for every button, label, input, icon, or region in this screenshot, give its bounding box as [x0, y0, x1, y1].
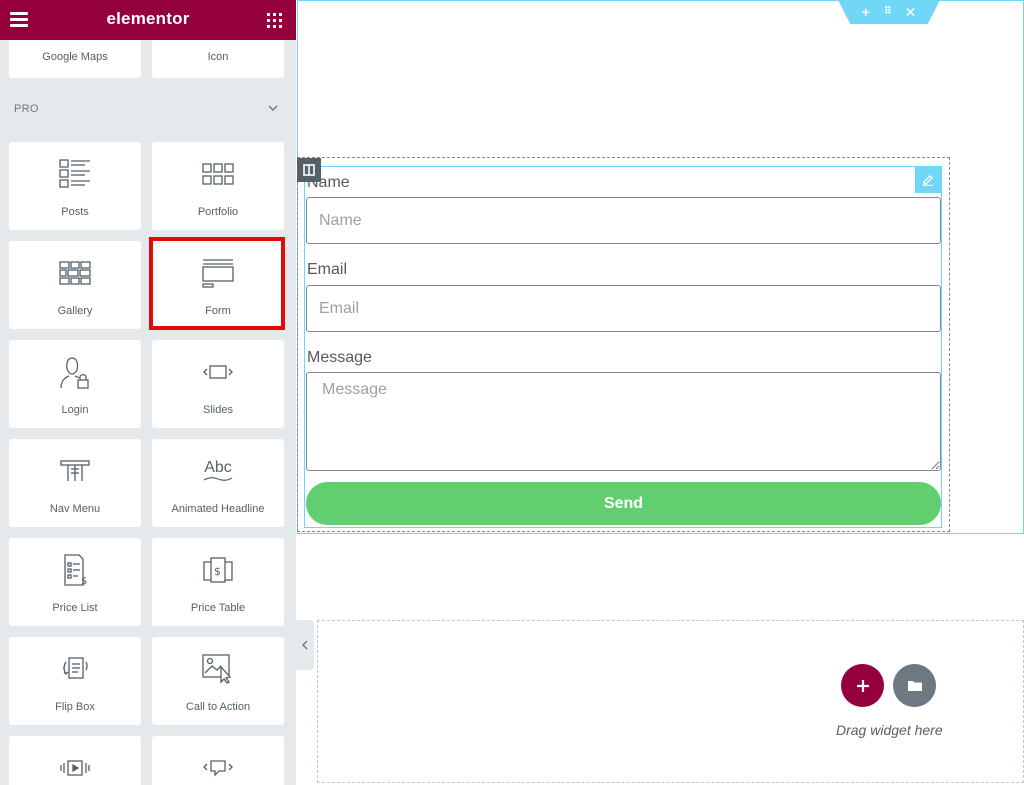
add-template-button[interactable]: [893, 664, 936, 707]
widget-label: Google Maps: [42, 51, 108, 63]
price-table-icon: $: [152, 552, 284, 588]
message-label: Message: [307, 349, 372, 366]
widgets-grid-icon[interactable]: [267, 13, 282, 28]
plus-icon: [856, 679, 869, 692]
animated-headline-icon: Abc: [152, 453, 284, 489]
add-new-section-button[interactable]: [841, 664, 884, 707]
panel-header: elementor: [0, 0, 296, 40]
drop-hint: Drag widget here: [836, 722, 943, 738]
widget-label: Animated Headline: [171, 503, 265, 515]
svg-text:$: $: [81, 576, 87, 586]
widget-label: Login: [61, 404, 89, 416]
email-field[interactable]: [306, 285, 941, 332]
widget-label: Icon: [207, 51, 229, 63]
widgets-panel: Google Maps Icon PRO Posts Portfolio Gal…: [0, 0, 296, 785]
svg-text:$: $: [214, 565, 221, 578]
widget-label: Price Table: [190, 602, 246, 614]
login-icon: [9, 354, 141, 390]
chevron-down-icon[interactable]: [266, 101, 280, 115]
gallery-icon: [9, 255, 141, 291]
widget-form[interactable]: Form: [152, 241, 284, 329]
add-section-icon[interactable]: +: [862, 5, 870, 19]
widget-gallery[interactable]: Gallery: [9, 241, 141, 329]
widget-label: Gallery: [57, 305, 93, 317]
flip-box-icon: [9, 651, 141, 687]
abc-glyph: Abc: [204, 459, 232, 476]
call-to-action-icon: [152, 651, 284, 687]
email-label: Email: [307, 261, 348, 278]
message-field[interactable]: [306, 372, 941, 471]
chevron-left-icon: [302, 640, 308, 650]
media-carousel-icon: [9, 750, 141, 785]
slides-icon: [152, 354, 284, 390]
pencil-icon: [923, 175, 933, 186]
folder-icon: [907, 681, 922, 691]
widget-label: Flip Box: [55, 701, 95, 713]
testimonial-carousel-icon: [152, 750, 284, 785]
widget-label: Posts: [61, 206, 89, 218]
section-handle[interactable]: + ⠿ ✕: [838, 0, 940, 24]
widget-label: Portfolio: [197, 206, 239, 218]
widget-price-table[interactable]: $ Price Table: [152, 538, 284, 626]
widget-label: Call to Action: [185, 701, 251, 713]
widget-testimonial-carousel[interactable]: [152, 736, 284, 785]
portfolio-icon: [152, 156, 284, 192]
widget-nav-menu[interactable]: Nav Menu: [9, 439, 141, 527]
edit-widget-handle[interactable]: [915, 167, 941, 193]
column-handle[interactable]: [297, 158, 321, 182]
widget-label: Form: [205, 305, 231, 317]
widget-media-carousel[interactable]: [9, 736, 141, 785]
posts-icon: [9, 156, 141, 192]
widget-login[interactable]: Login: [9, 340, 141, 428]
widget-posts[interactable]: Posts: [9, 142, 141, 230]
widget-slides[interactable]: Slides: [152, 340, 284, 428]
category-title: PRO: [14, 103, 39, 115]
panel-collapse-handle[interactable]: [296, 620, 314, 670]
columns-icon: [303, 164, 315, 176]
price-list-icon: $: [9, 552, 141, 588]
close-section-icon[interactable]: ✕: [905, 5, 917, 19]
elementor-logo: elementor: [106, 9, 190, 28]
widget-call-to-action[interactable]: Call to Action: [152, 637, 284, 725]
widget-animated-headline[interactable]: Abc Animated Headline: [152, 439, 284, 527]
widget-label: Nav Menu: [49, 503, 101, 515]
widget-label: Slides: [203, 404, 233, 416]
widget-label: Price List: [52, 602, 98, 614]
name-field[interactable]: [306, 197, 941, 244]
widget-portfolio[interactable]: Portfolio: [152, 142, 284, 230]
drag-section-icon[interactable]: ⠿: [884, 7, 892, 17]
widget-price-list[interactable]: $ Price List: [9, 538, 141, 626]
form-icon: [152, 255, 284, 291]
widget-flip-box[interactable]: Flip Box: [9, 637, 141, 725]
send-button[interactable]: Send: [306, 482, 941, 525]
nav-menu-icon: [9, 453, 141, 489]
